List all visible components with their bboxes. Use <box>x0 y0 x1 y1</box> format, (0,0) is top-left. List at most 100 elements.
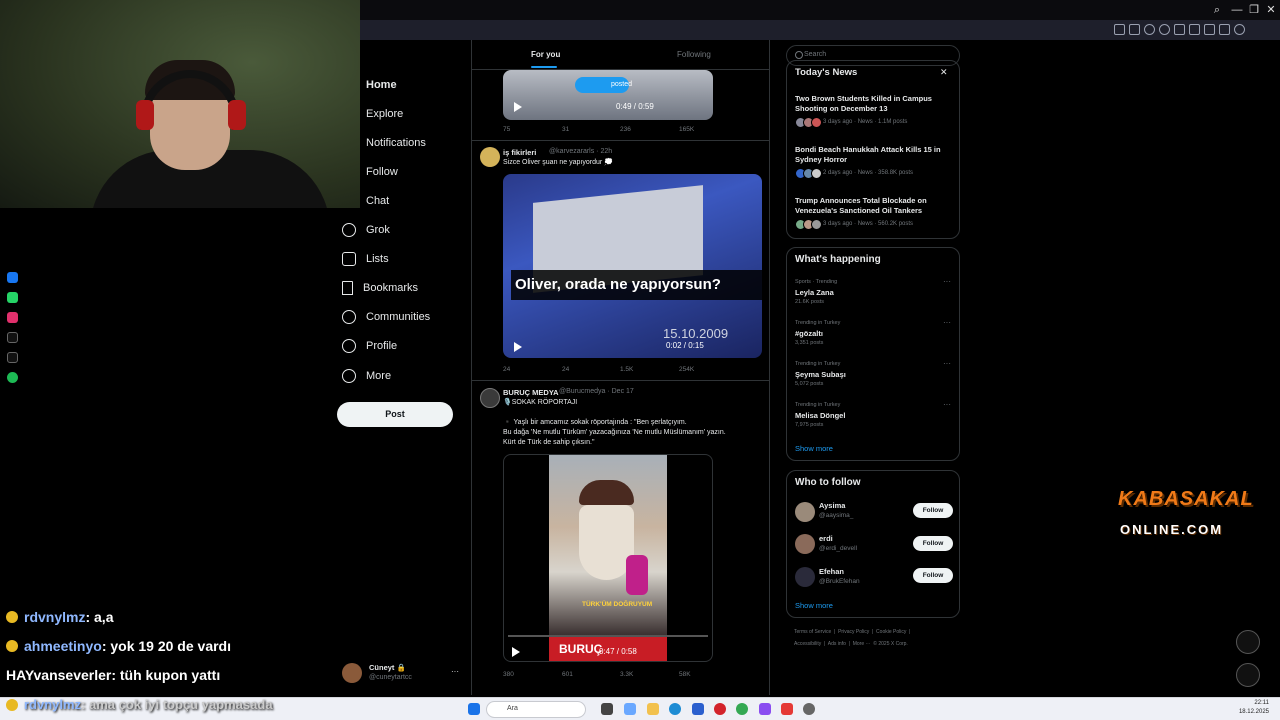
play-icon[interactable] <box>514 342 522 352</box>
video-progress[interactable] <box>508 635 708 637</box>
clock-time[interactable]: 22:11 <box>1225 700 1269 706</box>
like-count[interactable]: 3.3K <box>620 671 633 678</box>
follow-suggestion-name[interactable]: erdi <box>819 534 833 543</box>
post-button[interactable]: Post <box>337 402 453 427</box>
tweet-author[interactable]: iş fikirleri <box>503 148 536 157</box>
edge-icon[interactable] <box>669 703 681 715</box>
trend-item[interactable]: Leyla Zana <box>795 288 834 297</box>
follow-button[interactable]: Follow <box>913 536 953 551</box>
follow-button[interactable]: Follow <box>913 568 953 583</box>
show-more-link[interactable]: Show more <box>795 601 833 610</box>
avatar[interactable] <box>795 502 815 522</box>
nav-lists[interactable]: Lists <box>342 248 389 270</box>
tweet-handle[interactable]: @karvezararls · 22h <box>549 148 612 155</box>
nav-home[interactable]: Home <box>366 74 397 96</box>
extension-icon[interactable] <box>1174 24 1185 35</box>
posted-pill[interactable]: posted <box>575 77 632 93</box>
start-icon[interactable] <box>468 703 480 715</box>
tweet3-video[interactable]: TÜRK'ÜM DOĞRUYUM BURUÇ 0:47 / 0:58 <box>503 454 713 662</box>
store-icon[interactable] <box>692 703 704 715</box>
avatar[interactable] <box>480 388 500 408</box>
like-count[interactable]: 236 <box>620 126 631 133</box>
close-window-button[interactable]: ✕ <box>1264 3 1278 17</box>
footer-links[interactable]: Terms of Service | Privacy Policy | Cook… <box>794 629 910 635</box>
view-count[interactable]: 58K <box>679 671 691 678</box>
tab-for-you[interactable]: For you <box>531 50 560 59</box>
tweet-handle[interactable]: @Burucmedya · Dec 17 <box>559 388 634 395</box>
instagram-icon[interactable] <box>7 312 18 323</box>
tiktok-icon[interactable] <box>7 332 18 343</box>
nav-notifications[interactable]: Notifications <box>366 132 426 154</box>
follow-suggestion-name[interactable]: Aysima <box>819 501 845 510</box>
widget-icon[interactable] <box>624 703 636 715</box>
nav-communities[interactable]: Communities <box>342 306 430 328</box>
nav-bookmarks[interactable]: Bookmarks <box>342 277 418 299</box>
close-icon[interactable]: ✕ <box>940 67 948 78</box>
whatsapp-icon[interactable] <box>7 292 18 303</box>
account-switcher[interactable]: Cüneyt 🔒 @cuneytartcc ··· <box>342 662 462 684</box>
minimize-button[interactable]: — <box>1230 3 1244 17</box>
menu-icon[interactable] <box>1219 24 1230 35</box>
reply-count[interactable]: 24 <box>503 366 510 373</box>
reply-count[interactable]: 380 <box>503 671 514 678</box>
reply-count[interactable]: 75 <box>503 126 510 133</box>
tweet2-video[interactable]: Oliver, orada ne yapıyorsun? 15.10.2009 … <box>503 174 762 358</box>
spotify-icon[interactable] <box>7 372 18 383</box>
extension-icon[interactable] <box>1129 24 1140 35</box>
settings-icon[interactable] <box>803 703 815 715</box>
profile-icon[interactable] <box>1234 24 1245 35</box>
avatar[interactable] <box>795 534 815 554</box>
show-more-link[interactable]: Show more <box>795 444 833 453</box>
nav-chat[interactable]: Chat <box>366 190 389 212</box>
grok-icon[interactable] <box>1236 630 1260 654</box>
follow-button[interactable]: Follow <box>913 503 953 518</box>
extension-icon[interactable] <box>1114 24 1125 35</box>
more-icon[interactable]: ··· <box>943 400 951 409</box>
discord-icon[interactable] <box>759 703 771 715</box>
view-count[interactable]: 254K <box>679 366 694 373</box>
repost-count[interactable]: 601 <box>562 671 573 678</box>
footer-links[interactable]: Accessibility | Ads info | More ··· © 20… <box>794 641 908 647</box>
nav-more[interactable]: More <box>342 365 391 387</box>
nav-profile[interactable]: Profile <box>342 335 397 357</box>
clock-date[interactable]: 18.12.2025 <box>1215 709 1269 715</box>
trend-item[interactable]: #gözaltı <box>795 329 823 338</box>
more-icon[interactable]: ··· <box>943 277 951 286</box>
news-item[interactable]: Trump Announces Total Blockade on Venezu… <box>795 196 950 215</box>
extension-icon[interactable] <box>1144 24 1155 35</box>
app-icon[interactable] <box>781 703 793 715</box>
x-icon[interactable] <box>7 352 18 363</box>
download-icon[interactable] <box>1204 24 1215 35</box>
tab-following[interactable]: Following <box>677 50 711 59</box>
follow-suggestion-name[interactable]: Efehan <box>819 567 844 576</box>
opera-icon[interactable] <box>714 703 726 715</box>
news-item[interactable]: Two Brown Students Killed in Campus Shoo… <box>795 94 950 113</box>
news-item[interactable]: Bondi Beach Hanukkah Attack Kills 15 in … <box>795 145 950 164</box>
avatar[interactable] <box>480 147 500 167</box>
more-icon[interactable]: ··· <box>943 318 951 327</box>
taskbar-search[interactable]: Ara <box>486 701 586 718</box>
nav-grok[interactable]: Grok <box>342 219 390 241</box>
messages-icon[interactable] <box>1236 663 1260 687</box>
trend-item[interactable]: Melisa Döngel <box>795 411 845 420</box>
play-icon[interactable] <box>514 102 522 112</box>
messenger-icon[interactable] <box>7 272 18 283</box>
folder-icon[interactable] <box>647 703 659 715</box>
nav-explore[interactable]: Explore <box>366 103 403 125</box>
extension-icon[interactable] <box>1189 24 1200 35</box>
repost-count[interactable]: 31 <box>562 126 569 133</box>
chrome-icon[interactable] <box>736 703 748 715</box>
view-count[interactable]: 165K <box>679 126 694 133</box>
search-icon[interactable]: ⌕ <box>1210 3 1224 17</box>
repost-count[interactable]: 24 <box>562 366 569 373</box>
tweet-author[interactable]: BURUÇ MEDYA <box>503 388 559 397</box>
like-count[interactable]: 1.5K <box>620 366 633 373</box>
nav-follow[interactable]: Follow <box>366 161 398 183</box>
tweet1-video[interactable]: posted 0:49 / 0:59 <box>503 70 713 120</box>
maximize-button[interactable]: ❐ <box>1247 3 1261 17</box>
avatar[interactable] <box>795 567 815 587</box>
taskview-icon[interactable] <box>601 703 613 715</box>
trend-item[interactable]: Şeyma Subaşı <box>795 370 846 379</box>
more-icon[interactable]: ··· <box>943 359 951 368</box>
extension-icon[interactable] <box>1159 24 1170 35</box>
